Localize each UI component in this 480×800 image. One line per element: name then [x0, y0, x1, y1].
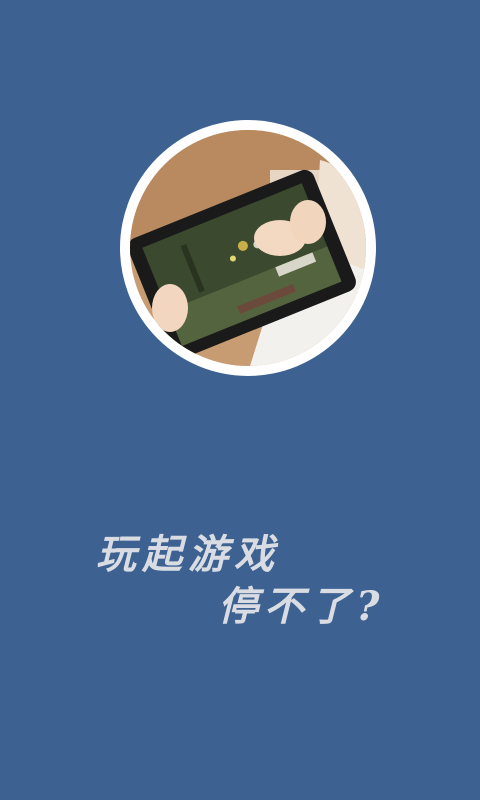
child-playing-tablet-photo [130, 130, 366, 366]
splash-screen: 玩起游戏 停不了? [0, 0, 480, 800]
avatar-frame [120, 120, 376, 376]
slogan-line-1: 玩起游戏 [96, 531, 280, 578]
slogan-line-2: 停不了? [218, 583, 386, 630]
